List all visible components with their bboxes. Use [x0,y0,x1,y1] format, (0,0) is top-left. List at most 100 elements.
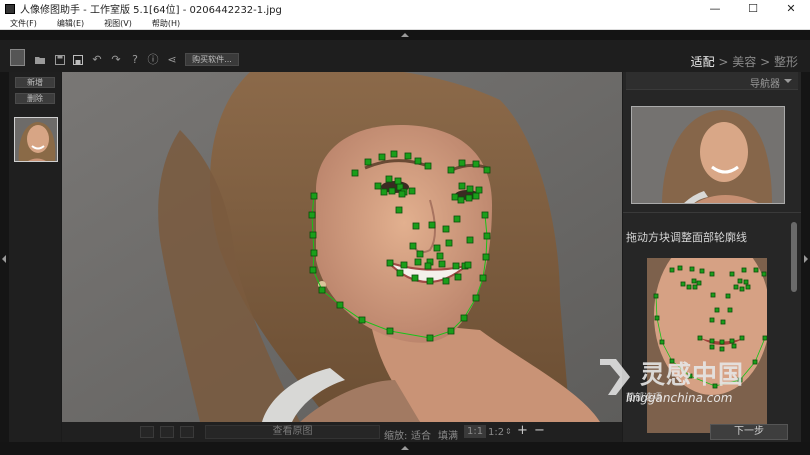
landmark-point[interactable] [385,175,393,183]
save-as-icon[interactable] [72,54,84,66]
delete-button[interactable]: 删除 [15,93,55,104]
landmark-point[interactable] [308,211,316,219]
menu-view[interactable]: 视图(V) [94,18,142,29]
landmark-point[interactable] [762,335,767,341]
zoom-stepper-icon[interactable]: ⇕ [505,427,512,436]
landmark-point[interactable] [426,334,434,342]
landmark-point[interactable] [380,188,388,196]
menu-edit[interactable]: 编辑(E) [47,18,94,29]
navigator-dropdown-icon[interactable] [784,79,792,83]
landmark-point[interactable] [414,258,422,266]
landmark-point[interactable] [374,182,382,190]
top-collapse-strip[interactable] [0,30,810,40]
landmark-point[interactable] [697,335,703,341]
collapse-right-icon[interactable] [804,255,808,263]
landmark-point[interactable] [445,239,453,247]
landmark-point[interactable] [472,192,480,200]
zoom-in-button[interactable]: + [517,423,528,438]
landmark-point[interactable] [428,221,436,229]
landmark-point[interactable] [447,166,455,174]
landmark-point[interactable] [364,158,372,166]
landmark-point[interactable] [727,307,733,313]
landmark-point[interactable] [483,166,491,174]
landmark-point[interactable] [460,314,468,322]
maximize-button[interactable]: ☐ [734,0,772,17]
landmark-point[interactable] [310,192,318,200]
landmark-point[interactable] [436,252,444,260]
landmark-point[interactable] [479,274,487,282]
landmark-point[interactable] [465,194,473,202]
photo-thumbnail[interactable] [14,117,58,162]
landmark-point[interactable] [466,236,474,244]
landmark-point[interactable] [709,271,715,277]
photo-canvas[interactable] [62,72,622,422]
landmark-point[interactable] [669,267,675,273]
landmark-point[interactable] [438,260,446,268]
bottom-collapse-strip[interactable] [0,442,810,455]
landmark-point[interactable] [336,301,344,309]
landmark-point[interactable] [409,242,417,250]
landmark-point[interactable] [358,316,366,324]
landmark-point[interactable] [737,278,743,284]
landmark-point[interactable] [378,153,386,161]
save-icon[interactable] [54,54,66,66]
landmark-point[interactable] [719,339,725,345]
landmark-point[interactable] [386,259,394,267]
landmark-point[interactable] [714,307,720,313]
landmark-point[interactable] [761,271,767,277]
landmark-point[interactable] [741,267,747,273]
landmark-point[interactable] [426,277,434,285]
landmark-point[interactable] [709,338,715,344]
landmark-point[interactable] [390,150,398,158]
zoom-out-button[interactable]: − [534,423,545,438]
info-icon[interactable]: ⓘ [147,54,159,66]
help-icon[interactable]: ? [129,54,141,66]
zoom-fill-button[interactable]: 填满 [438,427,458,442]
landmark-point[interactable] [720,319,726,325]
landmark-point[interactable] [482,253,490,261]
landmark-point[interactable] [677,265,683,271]
view-split-icon[interactable] [160,426,174,438]
landmark-point[interactable] [453,215,461,223]
landmark-point[interactable] [395,206,403,214]
landmark-point[interactable] [696,280,702,286]
landmark-point[interactable] [481,211,489,219]
landmark-point[interactable] [388,187,396,195]
landmark-point[interactable] [686,284,692,290]
landmark-point[interactable] [310,249,318,257]
landmark-point[interactable] [454,273,462,281]
landmark-point[interactable] [739,286,745,292]
landmark-point[interactable] [691,278,697,284]
zoom-fit-button[interactable]: 适合 [411,427,431,442]
landmark-point[interactable] [458,182,466,190]
view-original-button[interactable]: 查看原图 [205,425,380,439]
settings-icon[interactable]: ⋖ [166,54,178,66]
new-button[interactable]: 新增 [15,77,55,88]
landmark-point[interactable] [692,284,698,290]
buy-software-button[interactable]: 购买软件... [185,53,239,66]
undo-icon[interactable]: ↶ [91,54,103,66]
landmark-point[interactable] [318,286,326,294]
landmark-point[interactable] [457,196,465,204]
landmark-point[interactable] [404,152,412,160]
landmark-point[interactable] [414,157,422,165]
landmark-point[interactable] [464,261,472,269]
landmark-point[interactable] [442,225,450,233]
landmark-point[interactable] [731,343,737,349]
landmark-point[interactable] [725,293,731,299]
landmark-point[interactable] [442,277,450,285]
landmark-point[interactable] [709,344,715,350]
landmark-point[interactable] [466,185,474,193]
landmark-point[interactable] [472,294,480,302]
landmark-point[interactable] [659,339,665,345]
navigator-preview[interactable] [631,106,785,204]
landmark-point[interactable] [733,284,739,290]
landmark-point[interactable] [472,160,480,168]
landmark-point[interactable] [433,244,441,252]
view-compare-icon[interactable] [180,426,194,438]
right-panel-scrollbar[interactable] [791,222,797,292]
menu-file[interactable]: 文件(F) [0,18,47,29]
left-collapse-strip[interactable] [0,72,9,442]
landmark-point[interactable] [458,159,466,167]
step-beauty[interactable]: 美容 [732,55,756,69]
